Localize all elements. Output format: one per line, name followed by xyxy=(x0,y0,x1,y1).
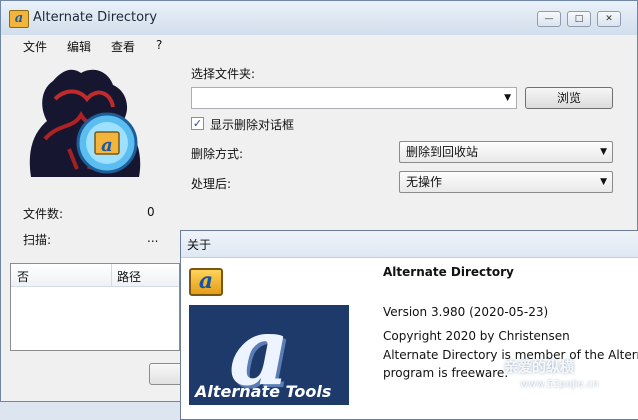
folder-path-combo[interactable]: ▼ xyxy=(191,87,517,109)
column-header-no[interactable]: 否 xyxy=(17,268,29,285)
menu-file[interactable]: 文件 xyxy=(23,38,47,55)
show-delete-dialog-checkbox[interactable]: ✓ xyxy=(191,117,204,130)
title-bar[interactable]: a Alternate Directory — □ ✕ xyxy=(1,1,637,36)
watermark-url: www.52pojie.cn xyxy=(520,379,599,390)
chevron-down-icon[interactable]: ▼ xyxy=(600,142,607,162)
select-folder-label: 选择文件夹: xyxy=(191,67,256,81)
window-title: Alternate Directory xyxy=(33,10,158,25)
column-divider[interactable] xyxy=(111,264,112,286)
after-process-select[interactable]: 无操作 ▼ xyxy=(399,171,613,193)
menu-bar: 文件 编辑 查看 ? xyxy=(1,35,637,57)
delete-method-value: 删除到回收站 xyxy=(406,145,479,159)
minimize-button[interactable]: — xyxy=(537,11,561,27)
scan-label: 扫描: xyxy=(23,233,52,247)
alternate-tools-logo: a Alternate Tools xyxy=(189,305,349,405)
list-header: 否 路径 xyxy=(11,264,179,287)
delete-method-select[interactable]: 删除到回收站 ▼ xyxy=(399,141,613,163)
scan-value: ... xyxy=(147,231,159,245)
menu-edit[interactable]: 编辑 xyxy=(67,38,91,55)
watermark-text: 亲爱的纵横 xyxy=(504,360,574,376)
menu-view[interactable]: 查看 xyxy=(111,38,135,55)
about-title-bar[interactable]: 关于 xyxy=(181,231,638,258)
browse-button[interactable]: 浏览 xyxy=(525,87,613,109)
about-app-name: Alternate Directory xyxy=(383,265,514,279)
app-icon: a xyxy=(189,268,223,296)
menu-help[interactable]: ? xyxy=(156,38,162,52)
app-icon: a xyxy=(9,10,29,28)
app-artwork: a xyxy=(29,69,141,177)
results-list[interactable]: 否 路径 xyxy=(10,263,180,351)
about-dialog: 关于 a a Alternate Tools Alternate Directo… xyxy=(180,230,638,420)
after-process-label: 处理后: xyxy=(191,177,232,191)
file-count-label: 文件数: xyxy=(23,207,64,221)
about-description-line2: program is freeware. xyxy=(383,366,509,380)
column-header-path[interactable]: 路径 xyxy=(117,268,141,285)
about-version: Version 3.980 (2020-05-23) xyxy=(383,305,549,319)
show-delete-dialog-label: 显示删除对话框 xyxy=(210,118,295,132)
about-title: 关于 xyxy=(187,238,212,252)
maximize-button[interactable]: □ xyxy=(567,11,591,27)
file-count-value: 0 xyxy=(147,205,155,219)
delete-method-label: 删除方式: xyxy=(191,147,244,161)
chevron-down-icon[interactable]: ▼ xyxy=(504,88,511,108)
close-button[interactable]: ✕ xyxy=(597,11,621,27)
chevron-down-icon[interactable]: ▼ xyxy=(600,172,607,192)
after-process-value: 无操作 xyxy=(406,175,443,189)
svg-text:a: a xyxy=(101,135,113,156)
logo-text: Alternate Tools xyxy=(195,382,332,401)
about-copyright: Copyright 2020 by Christensen xyxy=(383,329,570,343)
